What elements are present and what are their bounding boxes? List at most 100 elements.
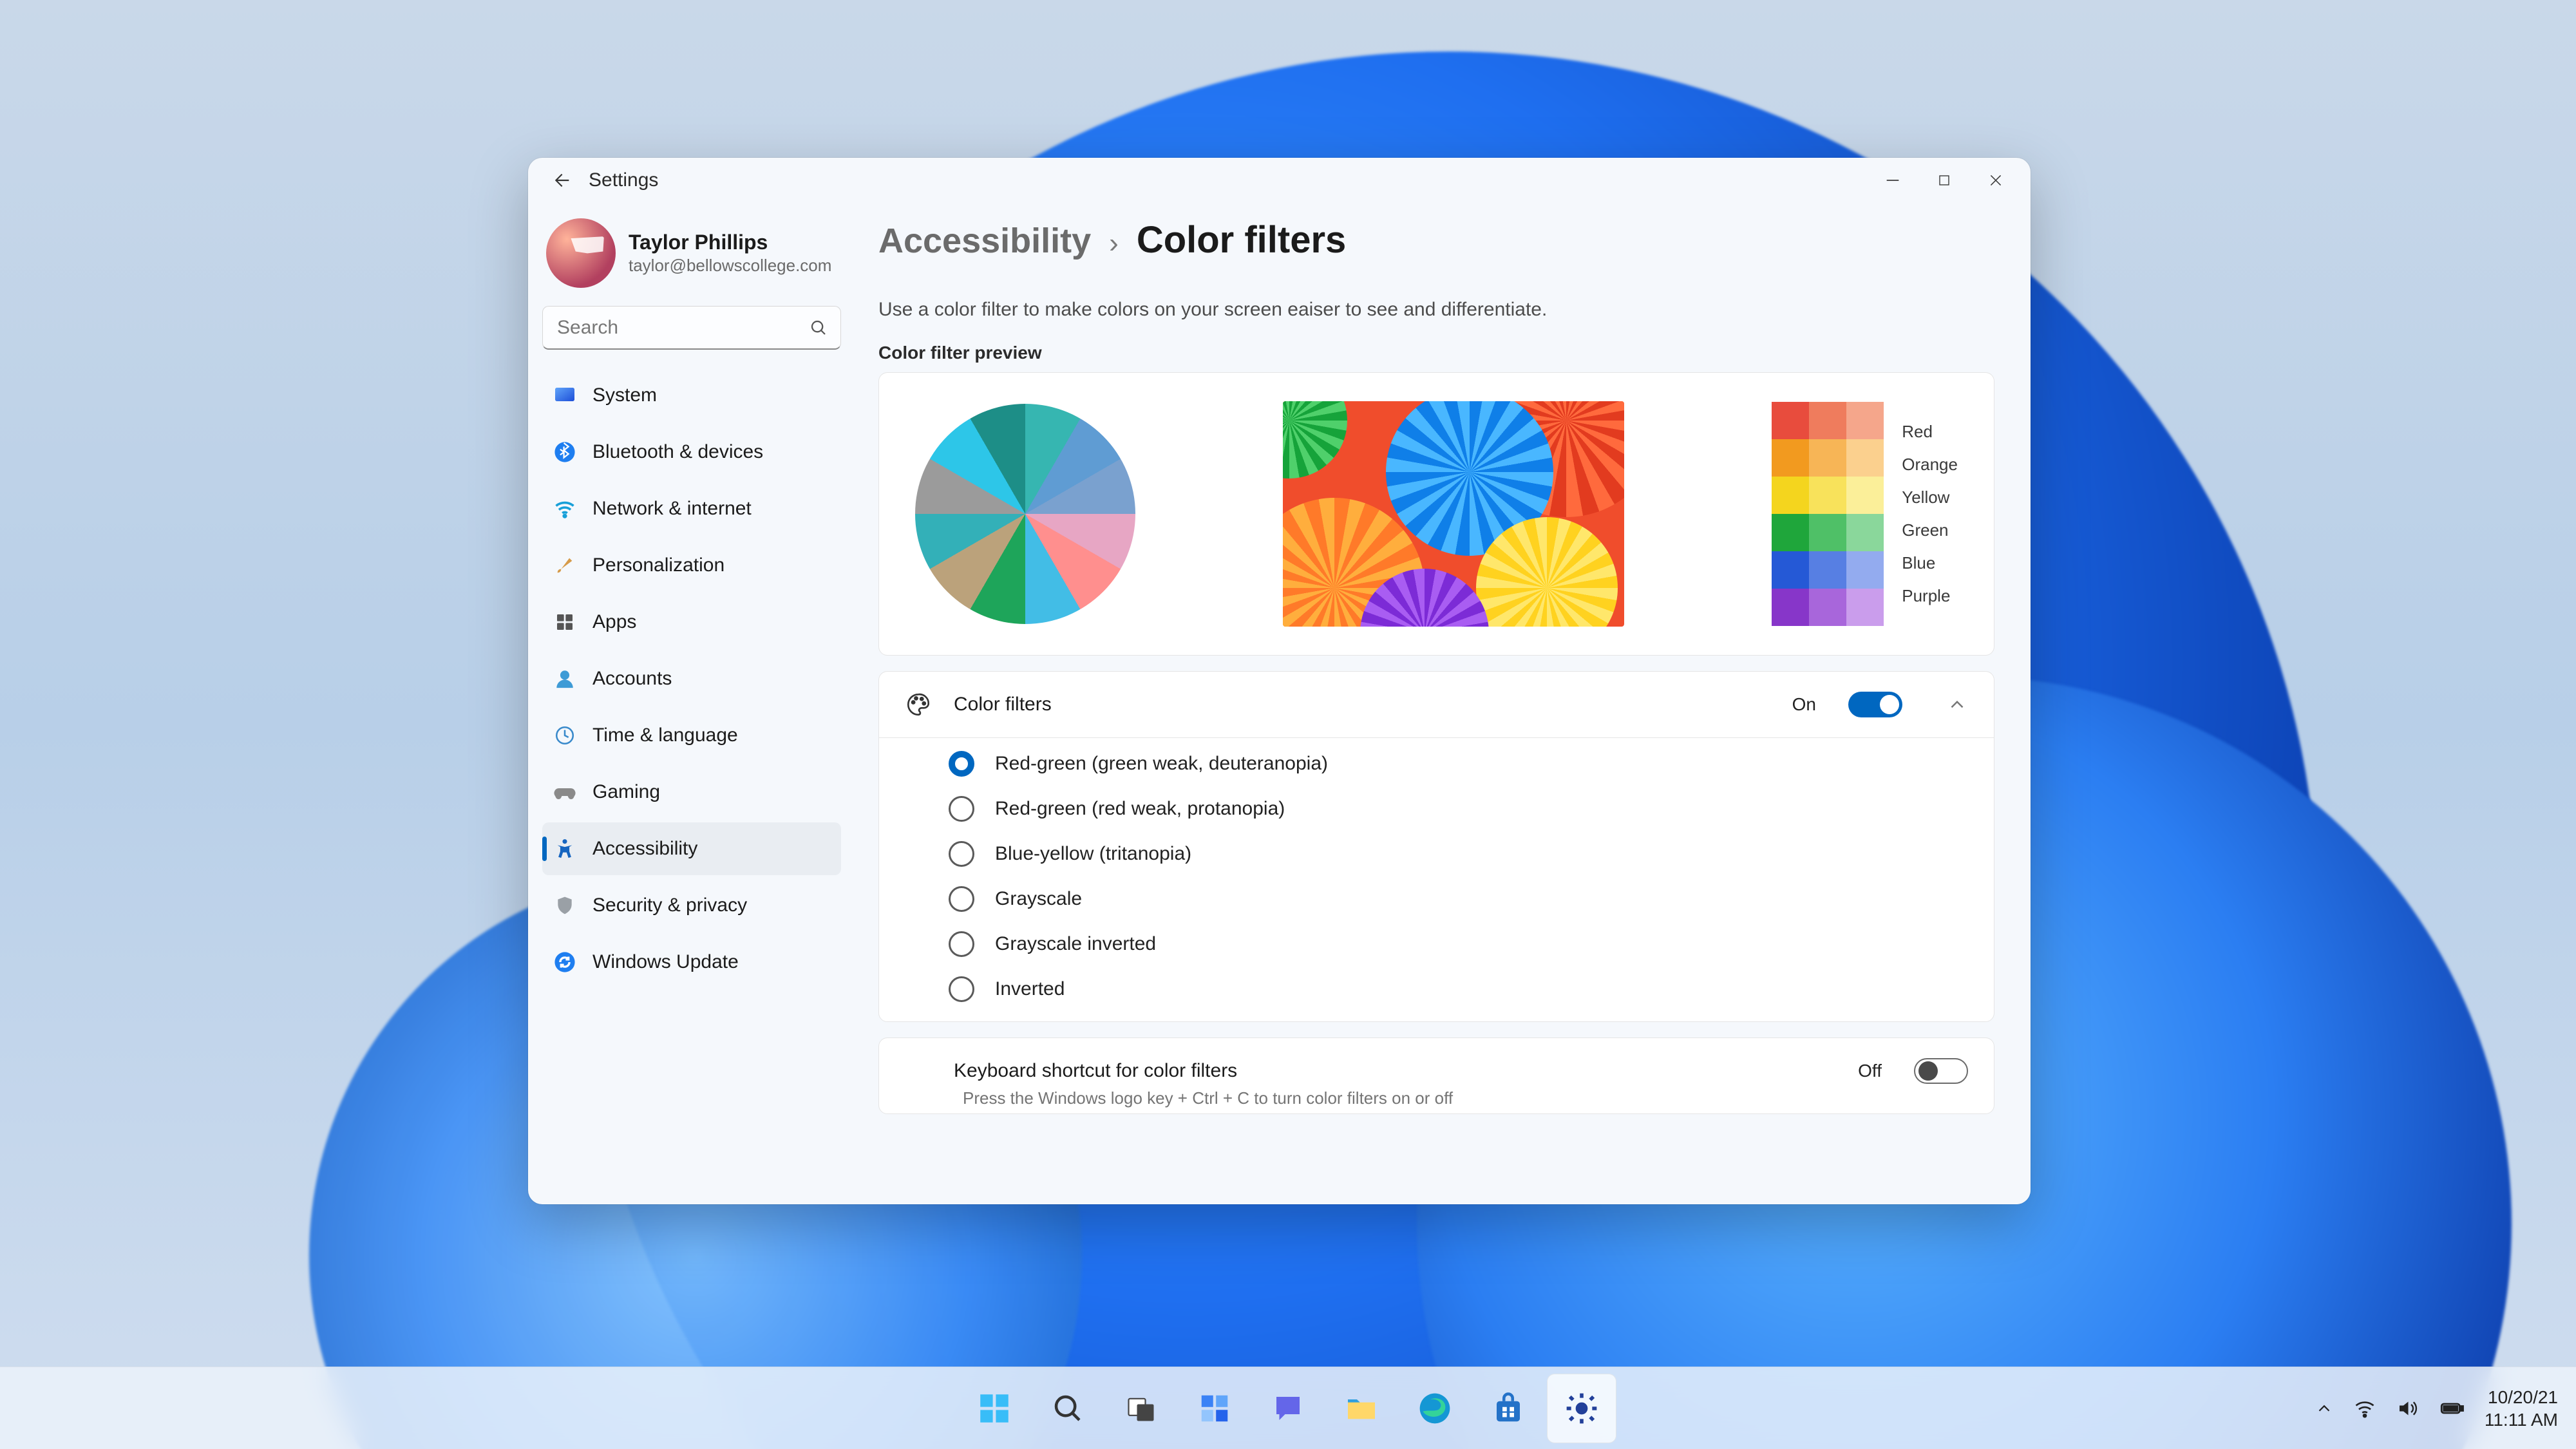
color-filter-option[interactable]: Inverted <box>949 976 1968 1002</box>
sidebar-item-label: Accessibility <box>592 838 697 860</box>
sidebar-item-update[interactable]: Windows Update <box>542 936 841 989</box>
shield-icon <box>553 893 577 918</box>
tray-date: 10/20/21 <box>2485 1386 2558 1408</box>
taskbar: 10/20/21 11:11 AM <box>0 1367 2576 1449</box>
swatch <box>1809 514 1846 551</box>
wifi-icon <box>553 497 577 521</box>
swatch <box>1772 514 1809 551</box>
shortcut-subtitle: Press the Windows logo key + Ctrl + C to… <box>879 1088 1994 1113</box>
microsoft-store[interactable] <box>1473 1374 1543 1443</box>
close-button[interactable] <box>1970 162 2022 198</box>
display-icon <box>553 383 577 408</box>
swatch-label: Orange <box>1902 455 1958 475</box>
radio-icon <box>949 976 974 1002</box>
radio-label: Red-green (red weak, protanopia) <box>995 798 1285 820</box>
swatch <box>1846 439 1884 477</box>
color-filter-option[interactable]: Red-green (green weak, deuteranopia) <box>949 751 1968 777</box>
shortcut-toggle[interactable] <box>1914 1058 1968 1084</box>
gamepad-icon <box>553 780 577 804</box>
bluetooth-icon <box>553 440 577 464</box>
sidebar-item-personalization[interactable]: Personalization <box>542 539 841 592</box>
swatch <box>1809 589 1846 626</box>
sidebar-item-label: Windows Update <box>592 951 739 973</box>
profile-email: taylor@bellowscollege.com <box>629 256 831 276</box>
radio-label: Blue-yellow (tritanopia) <box>995 843 1191 865</box>
color-filters-row[interactable]: Color filters On <box>879 672 1994 738</box>
chevron-up-icon[interactable] <box>1946 694 1968 715</box>
radio-label: Grayscale <box>995 888 1082 910</box>
file-explorer[interactable] <box>1327 1374 1396 1443</box>
swatch-label: Green <box>1902 520 1958 540</box>
sidebar-item-accounts[interactable]: Accounts <box>542 652 841 705</box>
maximize-button[interactable] <box>1918 162 1970 198</box>
widgets[interactable] <box>1180 1374 1249 1443</box>
swatch <box>1772 477 1809 514</box>
tray-clock[interactable]: 10/20/21 11:11 AM <box>2485 1386 2558 1431</box>
sidebar-item-apps[interactable]: Apps <box>542 596 841 649</box>
color-filter-option[interactable]: Grayscale inverted <box>949 931 1968 957</box>
radio-icon <box>949 931 974 957</box>
main-content: Accessibility › Color filters Use a colo… <box>855 203 2031 1204</box>
chevron-right-icon: › <box>1109 227 1119 260</box>
radio-icon <box>949 886 974 912</box>
sidebar-item-security[interactable]: Security & privacy <box>542 879 841 932</box>
back-button[interactable] <box>546 166 574 194</box>
sidebar: Taylor Phillips taylor@bellowscollege.co… <box>528 203 855 1204</box>
person-icon <box>553 667 577 691</box>
sidebar-item-label: Accounts <box>592 668 672 690</box>
minimize-button[interactable] <box>1867 162 1918 198</box>
sidebar-item-label: System <box>592 384 657 406</box>
avatar <box>546 218 616 288</box>
radio-icon <box>949 796 974 822</box>
swatch-label: Red <box>1902 422 1958 442</box>
battery-tray-icon[interactable] <box>2438 1395 2465 1422</box>
sidebar-item-bluetooth[interactable]: Bluetooth & devices <box>542 426 841 478</box>
search <box>542 306 841 350</box>
start-button[interactable] <box>960 1374 1029 1443</box>
color-wheel-preview <box>915 404 1135 624</box>
swatch <box>1809 439 1846 477</box>
swatch-table: RedOrangeYellowGreenBluePurple <box>1772 402 1958 626</box>
task-view[interactable] <box>1106 1374 1176 1443</box>
wifi-tray-icon[interactable] <box>2353 1397 2376 1420</box>
swatch-label: Purple <box>1902 586 1958 606</box>
toggle-state-label: Off <box>1858 1061 1882 1081</box>
brush-icon <box>553 553 577 578</box>
swatch <box>1846 551 1884 589</box>
sidebar-item-network[interactable]: Network & internet <box>542 482 841 535</box>
swatch <box>1809 551 1846 589</box>
edge[interactable] <box>1400 1374 1470 1443</box>
taskbar-search[interactable] <box>1033 1374 1103 1443</box>
color-filter-preview-card: RedOrangeYellowGreenBluePurple <box>878 372 1994 656</box>
sidebar-item-accessibility[interactable]: Accessibility <box>542 822 841 875</box>
sidebar-item-label: Apps <box>592 611 636 633</box>
color-filters-toggle[interactable] <box>1848 692 1902 717</box>
shortcut-row[interactable]: Keyboard shortcut for color filters Off <box>879 1038 1994 1088</box>
tray-overflow-icon[interactable] <box>2315 1399 2334 1418</box>
settings-app[interactable] <box>1547 1374 1616 1443</box>
swatch <box>1846 514 1884 551</box>
profile[interactable]: Taylor Phillips taylor@bellowscollege.co… <box>542 214 841 299</box>
preview-heading: Color filter preview <box>878 343 1994 363</box>
color-filters-card: Color filters On Red-green (green weak, … <box>878 671 1994 1022</box>
color-filter-option[interactable]: Red-green (red weak, protanopia) <box>949 796 1968 822</box>
swatch <box>1772 439 1809 477</box>
row-title: Keyboard shortcut for color filters <box>954 1060 1836 1082</box>
chat[interactable] <box>1253 1374 1323 1443</box>
volume-tray-icon[interactable] <box>2396 1397 2419 1420</box>
apps-icon <box>553 610 577 634</box>
color-filter-option[interactable]: Grayscale <box>949 886 1968 912</box>
swatch-label: Yellow <box>1902 488 1958 507</box>
sidebar-item-system[interactable]: System <box>542 369 841 422</box>
accessibility-icon <box>553 837 577 861</box>
radio-label: Grayscale inverted <box>995 933 1156 955</box>
sidebar-item-gaming[interactable]: Gaming <box>542 766 841 819</box>
swatch <box>1809 402 1846 439</box>
search-input[interactable] <box>542 306 841 350</box>
sidebar-item-label: Bluetooth & devices <box>592 441 763 463</box>
swatch <box>1846 402 1884 439</box>
sidebar-item-time[interactable]: Time & language <box>542 709 841 762</box>
color-filter-option[interactable]: Blue-yellow (tritanopia) <box>949 841 1968 867</box>
swatch <box>1809 477 1846 514</box>
breadcrumb-parent[interactable]: Accessibility <box>878 221 1091 261</box>
